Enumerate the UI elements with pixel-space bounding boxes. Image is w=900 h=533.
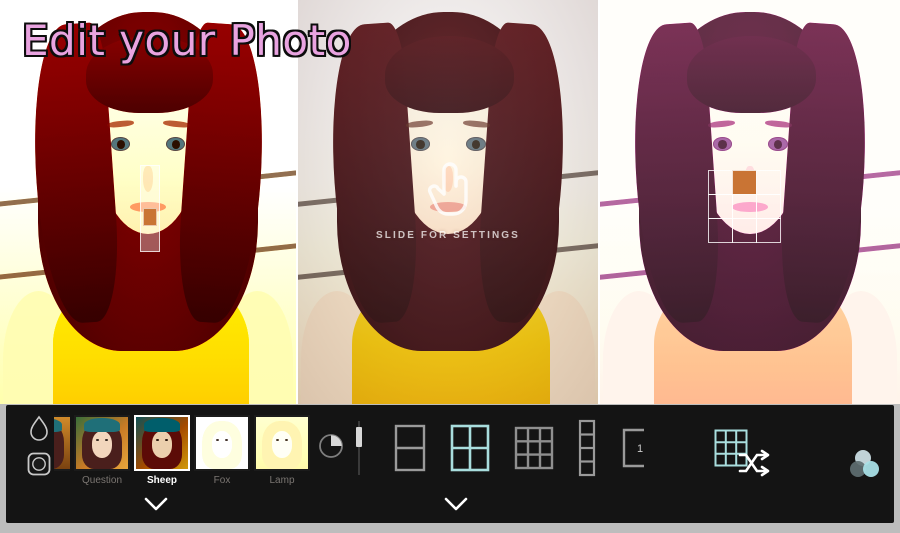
grid-cell[interactable] bbox=[755, 193, 781, 219]
grid-cell[interactable] bbox=[755, 217, 781, 243]
grid-cell[interactable] bbox=[707, 193, 733, 219]
grid-3x3-overlay[interactable] bbox=[707, 169, 781, 243]
filter-thumbnail-image[interactable] bbox=[134, 415, 190, 471]
settings-slider-handle[interactable] bbox=[356, 427, 362, 447]
filter-thumbnail-question[interactable]: Question bbox=[74, 415, 130, 486]
photo-panel-right[interactable] bbox=[600, 0, 900, 404]
filter-label: Sheep bbox=[146, 475, 177, 486]
svg-text:1: 1 bbox=[637, 443, 643, 455]
shuffle-icon[interactable] bbox=[736, 447, 776, 479]
vignette-icon[interactable] bbox=[24, 449, 54, 479]
slider-handle[interactable] bbox=[143, 208, 157, 226]
grid-cell[interactable] bbox=[707, 217, 733, 243]
filter-thumbnail-image[interactable] bbox=[194, 415, 250, 471]
hand-pointer-icon bbox=[424, 160, 476, 223]
chevron-down-filters[interactable] bbox=[141, 493, 171, 517]
hair-fringe bbox=[385, 36, 514, 114]
filter-thumbnail-image[interactable] bbox=[54, 415, 70, 471]
eye bbox=[466, 137, 486, 152]
layout-3x3-icon[interactable] bbox=[514, 426, 554, 470]
layout-icon-group[interactable]: 1 bbox=[394, 419, 748, 477]
chevron-down-layouts[interactable] bbox=[441, 493, 471, 517]
grid-cell[interactable] bbox=[707, 169, 733, 195]
filter-thumbnail-partial[interactable] bbox=[54, 415, 70, 475]
layout-single-frame-icon[interactable]: 1 bbox=[620, 427, 652, 469]
layout-1x4-icon[interactable] bbox=[578, 419, 596, 477]
exposure-clock-icon[interactable] bbox=[316, 431, 346, 461]
droplet-icon[interactable] bbox=[24, 413, 54, 443]
settings-slider-track[interactable] bbox=[356, 421, 362, 475]
filter-label: Fox bbox=[213, 475, 231, 486]
toolbar-top-row: Question Sheep Fox Lamp 1 bbox=[6, 405, 894, 491]
grid-cell[interactable] bbox=[731, 193, 757, 219]
grid-cell[interactable] bbox=[755, 169, 781, 195]
filter-thumbnail-strip[interactable]: Question Sheep Fox Lamp bbox=[54, 415, 310, 486]
eye bbox=[410, 137, 430, 152]
toolbar-left-icon-column bbox=[20, 413, 58, 479]
filter-label: Question bbox=[81, 475, 123, 486]
layout-2x2-icon[interactable] bbox=[450, 424, 490, 472]
filter-thumbnail-image[interactable] bbox=[74, 415, 130, 471]
eye bbox=[165, 137, 185, 152]
filter-thumbnail-image[interactable] bbox=[254, 415, 310, 471]
color-circles-icon[interactable] bbox=[849, 447, 883, 481]
grid-cell-active[interactable] bbox=[731, 169, 757, 195]
filter-label: Lamp bbox=[269, 475, 295, 486]
toolbar-bottom-row bbox=[6, 491, 894, 523]
filter-thumbnail-sheep[interactable]: Sheep bbox=[134, 415, 190, 486]
filter-thumbnail-lamp[interactable]: Lamp bbox=[254, 415, 310, 486]
slide-for-settings-hint: SLIDE FOR SETTINGS bbox=[376, 230, 520, 241]
photo-editor-app: SLIDE FOR SETTINGS Edit your Photo Quest… bbox=[0, 0, 900, 533]
filter-thumbnail-fox[interactable]: Fox bbox=[194, 415, 250, 486]
grid-cell[interactable] bbox=[731, 217, 757, 243]
layout-1x2-icon[interactable] bbox=[394, 424, 426, 472]
editor-toolbar: Question Sheep Fox Lamp 1 bbox=[6, 405, 894, 523]
panel-left-vertical-slider[interactable] bbox=[140, 165, 160, 252]
page-title: Edit your Photo bbox=[21, 15, 353, 67]
